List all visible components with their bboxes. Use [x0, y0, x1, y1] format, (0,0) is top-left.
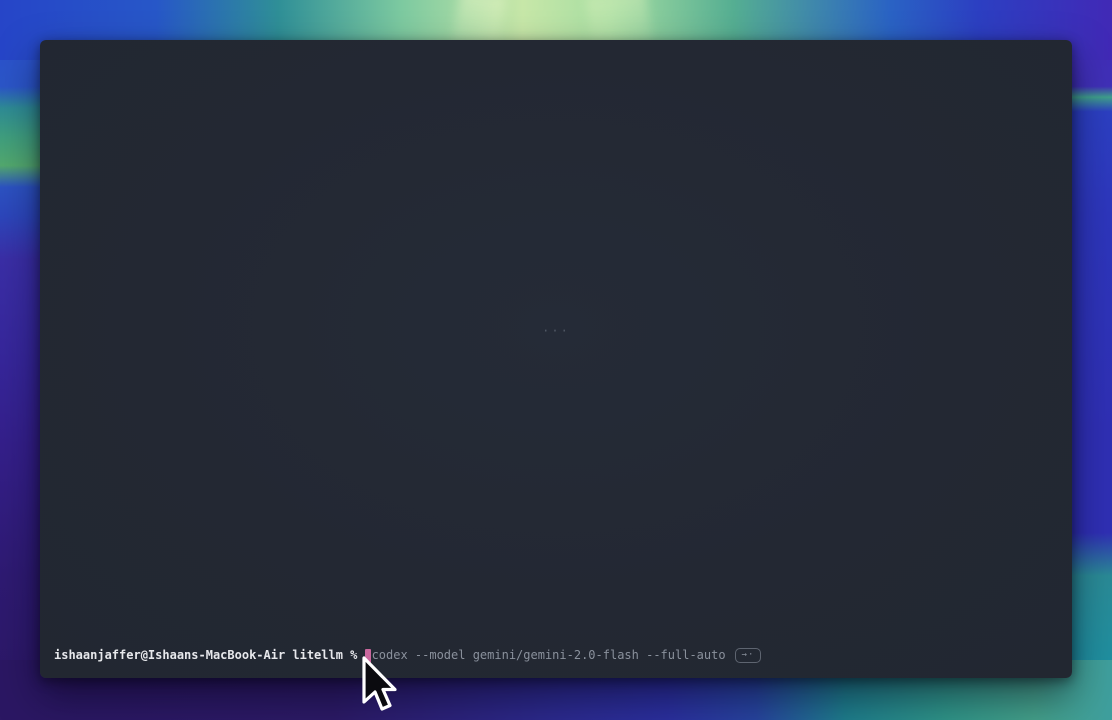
- terminal-window[interactable]: ··· ishaanjaffer@Ishaans-MacBook-Air lit…: [40, 40, 1072, 678]
- mouse-cursor-icon: [360, 655, 398, 714]
- prompt-space: [343, 655, 350, 656]
- accept-suggestion-hint-badge: →·: [735, 648, 762, 663]
- prompt-directory: litellm: [292, 648, 343, 663]
- prompt-space: [285, 655, 292, 656]
- terminal-prompt-line[interactable]: ishaanjaffer@Ishaans-MacBook-Air litellm…: [54, 648, 1058, 663]
- prompt-user-host: ishaanjaffer@Ishaans-MacBook-Air: [54, 648, 285, 663]
- terminal-ellipsis: ···: [542, 324, 570, 338]
- autosuggestion-text: codex --model gemini/gemini-2.0-flash --…: [372, 648, 726, 663]
- prompt-symbol: %: [350, 648, 357, 663]
